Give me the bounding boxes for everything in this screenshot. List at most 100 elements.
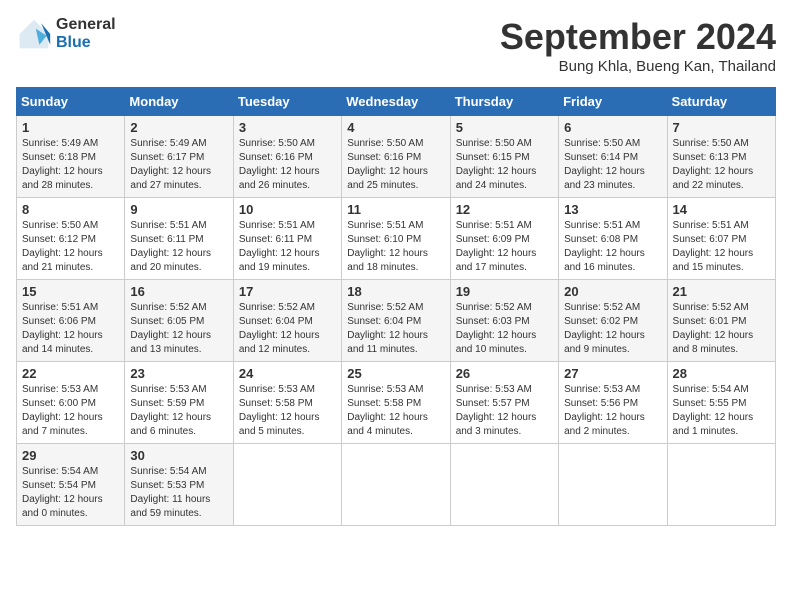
day-info: Sunrise: 5:52 AMSunset: 6:05 PMDaylight:…: [130, 302, 211, 355]
day-number: 28: [673, 366, 770, 381]
calendar-day-cell: 14Sunrise: 5:51 AMSunset: 6:07 PMDayligh…: [667, 198, 775, 280]
day-info: Sunrise: 5:52 AMSunset: 6:01 PMDaylight:…: [673, 302, 754, 355]
calendar-day-cell: 18 Sunrise: 5:52 AMSunset: 6:04 PMDayligh…: [342, 280, 450, 362]
day-info: Sunrise: 5:53 AMSunset: 5:57 PMDaylight:…: [456, 384, 537, 437]
weekday-header-thursday: Thursday: [450, 88, 558, 116]
weekday-header-tuesday: Tuesday: [233, 88, 341, 116]
day-info: Sunrise: 5:53 AMSunset: 5:58 PMDaylight:…: [239, 384, 320, 437]
day-info: Sunrise: 5:49 AMSunset: 6:17 PMDaylight:…: [130, 138, 211, 191]
day-number: 17: [239, 284, 336, 299]
day-number: 26: [456, 366, 553, 381]
day-number: 22: [22, 366, 119, 381]
day-number: 20: [564, 284, 661, 299]
day-number: 4: [347, 120, 444, 135]
weekday-header-friday: Friday: [559, 88, 667, 116]
weekday-header-sunday: Sunday: [17, 88, 125, 116]
day-number: 11: [347, 202, 444, 217]
day-number: 14: [673, 202, 770, 217]
calendar-day-cell: 27Sunrise: 5:53 AMSunset: 5:56 PMDayligh…: [559, 362, 667, 444]
day-info: Sunrise: 5:51 AMSunset: 6:09 PMDaylight:…: [456, 220, 537, 273]
calendar-week-row: 22 Sunrise: 5:53 AMSunset: 6:00 PMDayligh…: [17, 362, 776, 444]
day-info: Sunrise: 5:54 AMSunset: 5:53 PMDaylight:…: [130, 466, 210, 519]
calendar-week-row: 15Sunrise: 5:51 AMSunset: 6:06 PMDayligh…: [17, 280, 776, 362]
calendar-day-cell: 20 Sunrise: 5:52 AMSunset: 6:02 PMDayligh…: [559, 280, 667, 362]
day-number: 18: [347, 284, 444, 299]
calendar-day-cell: 17 Sunrise: 5:52 AMSunset: 6:04 PMDayligh…: [233, 280, 341, 362]
day-info: Sunrise: 5:50 AMSunset: 6:12 PMDaylight:…: [22, 220, 103, 273]
calendar-day-cell: 3Sunrise: 5:50 AMSunset: 6:16 PMDaylight…: [233, 116, 341, 198]
day-info: Sunrise: 5:51 AMSunset: 6:06 PMDaylight:…: [22, 302, 103, 355]
day-number: 23: [130, 366, 227, 381]
calendar-day-cell: 13Sunrise: 5:51 AMSunset: 6:08 PMDayligh…: [559, 198, 667, 280]
calendar-day-cell: 23Sunrise: 5:53 AMSunset: 5:59 PMDayligh…: [125, 362, 233, 444]
day-number: 5: [456, 120, 553, 135]
calendar-day-cell: 29 Sunrise: 5:54 AMSunset: 5:54 PMDayligh…: [17, 444, 125, 526]
calendar-day-cell: 22 Sunrise: 5:53 AMSunset: 6:00 PMDayligh…: [17, 362, 125, 444]
logo: General Blue: [16, 16, 116, 52]
calendar-day-cell: 10Sunrise: 5:51 AMSunset: 6:11 PMDayligh…: [233, 198, 341, 280]
day-info: Sunrise: 5:50 AMSunset: 6:16 PMDaylight:…: [239, 138, 320, 191]
day-number: 7: [673, 120, 770, 135]
logo-icon: [16, 16, 52, 52]
calendar-day-cell: 26 Sunrise: 5:53 AMSunset: 5:57 PMDayligh…: [450, 362, 558, 444]
calendar-day-cell: [667, 444, 775, 526]
calendar-day-cell: 4 Sunrise: 5:50 AMSunset: 6:16 PMDaylight…: [342, 116, 450, 198]
calendar-day-cell: 12 Sunrise: 5:51 AMSunset: 6:09 PMDayligh…: [450, 198, 558, 280]
day-number: 24: [239, 366, 336, 381]
calendar-day-cell: 24 Sunrise: 5:53 AMSunset: 5:58 PMDayligh…: [233, 362, 341, 444]
day-number: 10: [239, 202, 336, 217]
calendar-day-cell: 19 Sunrise: 5:52 AMSunset: 6:03 PMDayligh…: [450, 280, 558, 362]
calendar-day-cell: 8Sunrise: 5:50 AMSunset: 6:12 PMDaylight…: [17, 198, 125, 280]
day-info: Sunrise: 5:53 AMSunset: 5:58 PMDaylight:…: [347, 384, 428, 437]
calendar-week-row: 8Sunrise: 5:50 AMSunset: 6:12 PMDaylight…: [17, 198, 776, 280]
weekday-header-row: SundayMondayTuesdayWednesdayThursdayFrid…: [17, 88, 776, 116]
calendar-day-cell: [342, 444, 450, 526]
day-number: 2: [130, 120, 227, 135]
calendar-day-cell: 5 Sunrise: 5:50 AMSunset: 6:15 PMDaylight…: [450, 116, 558, 198]
day-number: 1: [22, 120, 119, 135]
day-info: Sunrise: 5:52 AMSunset: 6:04 PMDaylight:…: [239, 302, 320, 355]
day-info: Sunrise: 5:51 AMSunset: 6:10 PMDaylight:…: [347, 220, 428, 273]
logo-general: General: [56, 16, 116, 34]
calendar-table: SundayMondayTuesdayWednesdayThursdayFrid…: [16, 87, 776, 526]
day-info: Sunrise: 5:50 AMSunset: 6:14 PMDaylight:…: [564, 138, 645, 191]
day-number: 16: [130, 284, 227, 299]
logo-blue: Blue: [56, 34, 116, 52]
weekday-header-wednesday: Wednesday: [342, 88, 450, 116]
day-info: Sunrise: 5:52 AMSunset: 6:04 PMDaylight:…: [347, 302, 428, 355]
weekday-header-monday: Monday: [125, 88, 233, 116]
day-number: 29: [22, 448, 119, 463]
day-info: Sunrise: 5:53 AMSunset: 6:00 PMDaylight:…: [22, 384, 103, 437]
day-info: Sunrise: 5:50 AMSunset: 6:15 PMDaylight:…: [456, 138, 537, 191]
calendar-day-cell: 21 Sunrise: 5:52 AMSunset: 6:01 PMDayligh…: [667, 280, 775, 362]
calendar-day-cell: 9 Sunrise: 5:51 AMSunset: 6:11 PMDaylight…: [125, 198, 233, 280]
month-title: September 2024: [500, 16, 776, 58]
day-info: Sunrise: 5:54 AMSunset: 5:54 PMDaylight:…: [22, 466, 103, 519]
calendar-day-cell: 7 Sunrise: 5:50 AMSunset: 6:13 PMDaylight…: [667, 116, 775, 198]
calendar-day-cell: 11 Sunrise: 5:51 AMSunset: 6:10 PMDayligh…: [342, 198, 450, 280]
day-info: Sunrise: 5:50 AMSunset: 6:16 PMDaylight:…: [347, 138, 428, 191]
calendar-day-cell: 2 Sunrise: 5:49 AMSunset: 6:17 PMDaylight…: [125, 116, 233, 198]
title-area: September 2024 Bung Khla, Bueng Kan, Tha…: [500, 16, 776, 75]
calendar-day-cell: 28Sunrise: 5:54 AMSunset: 5:55 PMDayligh…: [667, 362, 775, 444]
calendar-day-cell: 30Sunrise: 5:54 AMSunset: 5:53 PMDayligh…: [125, 444, 233, 526]
day-info: Sunrise: 5:52 AMSunset: 6:02 PMDaylight:…: [564, 302, 645, 355]
day-info: Sunrise: 5:51 AMSunset: 6:08 PMDaylight:…: [564, 220, 645, 273]
calendar-day-cell: 6 Sunrise: 5:50 AMSunset: 6:14 PMDaylight…: [559, 116, 667, 198]
calendar-day-cell: 25 Sunrise: 5:53 AMSunset: 5:58 PMDayligh…: [342, 362, 450, 444]
calendar-week-row: 1 Sunrise: 5:49 AMSunset: 6:18 PMDaylight…: [17, 116, 776, 198]
weekday-header-saturday: Saturday: [667, 88, 775, 116]
header: General Blue September 2024 Bung Khla, B…: [16, 16, 776, 75]
calendar-day-cell: [559, 444, 667, 526]
calendar-day-cell: [233, 444, 341, 526]
day-number: 19: [456, 284, 553, 299]
day-number: 12: [456, 202, 553, 217]
day-info: Sunrise: 5:51 AMSunset: 6:11 PMDaylight:…: [130, 220, 211, 273]
day-number: 9: [130, 202, 227, 217]
day-number: 21: [673, 284, 770, 299]
day-info: Sunrise: 5:50 AMSunset: 6:13 PMDaylight:…: [673, 138, 754, 191]
day-number: 6: [564, 120, 661, 135]
day-number: 25: [347, 366, 444, 381]
day-info: Sunrise: 5:52 AMSunset: 6:03 PMDaylight:…: [456, 302, 537, 355]
day-info: Sunrise: 5:49 AMSunset: 6:18 PMDaylight:…: [22, 138, 103, 191]
